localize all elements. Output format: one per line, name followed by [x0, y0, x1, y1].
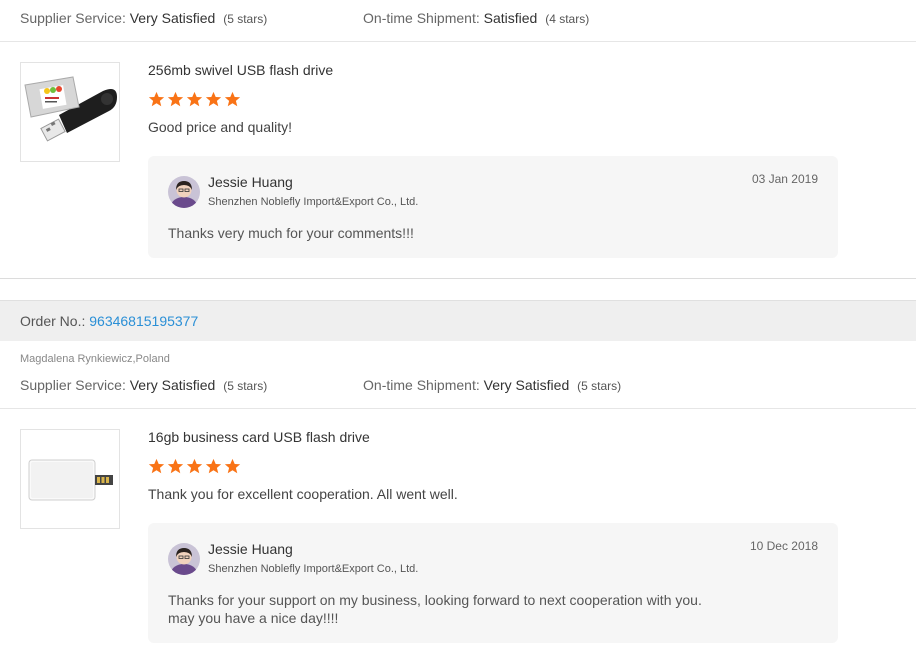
shipment-label: On-time Shipment:	[363, 10, 480, 26]
shipment-stars: (4 stars)	[545, 12, 590, 26]
reply-author-name: Jessie Huang	[208, 541, 293, 557]
reply-company: Shenzhen Noblefly Import&Export Co., Ltd…	[208, 563, 419, 575]
product-title[interactable]: 16gb business card USB flash drive	[148, 429, 370, 445]
product-title[interactable]: 256mb swivel USB flash drive	[148, 62, 333, 78]
review-comment: Thank you for excellent cooperation. All…	[148, 486, 458, 502]
reply-date: 03 Jan 2019	[751, 172, 818, 186]
reply-company: Shenzhen Noblefly Import&Export Co., Ltd…	[208, 196, 419, 208]
product-thumbnail[interactable]	[20, 429, 120, 529]
reply-author-name: Jessie Huang	[208, 174, 293, 190]
supplier-service-value: Very Satisfied	[129, 377, 216, 393]
shipment-stars: (5 stars)	[577, 379, 622, 393]
supplier-service-label: Supplier Service:	[20, 377, 126, 393]
star-icon	[205, 458, 222, 474]
shipment-value: Satisfied	[483, 10, 538, 26]
reply-text-line: Thanks for your support on my business, …	[168, 592, 702, 608]
supplier-reply: Jessie Huang Shenzhen Noblefly Import&Ex…	[148, 156, 838, 258]
reply-text-line: Thanks very much for your comments!!!	[168, 225, 414, 241]
supplier-service-label: Supplier Service:	[20, 10, 126, 26]
avatar	[168, 176, 200, 208]
star-icon	[148, 91, 165, 107]
order-number-link[interactable]: 96346815195377	[89, 313, 198, 329]
divider	[0, 41, 916, 42]
star-icon	[186, 458, 203, 474]
rating-stars	[148, 91, 241, 108]
star-icon	[224, 458, 241, 474]
reply-text-line: may you have a nice day!!!!	[168, 610, 339, 626]
buyer-name: Magdalena Rynkiewicz,Poland	[20, 353, 170, 365]
reply-text: Thanks very much for your comments!!!	[168, 224, 414, 242]
card-usb-flash-drive-icon	[28, 459, 113, 501]
rating-summary: Supplier Service: Very Satisfied (5 star…	[20, 377, 621, 393]
review-comment: Good price and quality!	[148, 119, 292, 135]
shipment-value: Very Satisfied	[483, 377, 570, 393]
supplier-service-value: Very Satisfied	[129, 10, 216, 26]
order-header: Order No.: 96346815195377	[0, 300, 916, 341]
star-icon	[224, 91, 241, 107]
star-icon	[167, 458, 184, 474]
divider	[0, 408, 916, 409]
shipment-label: On-time Shipment:	[363, 377, 480, 393]
usb-swivel-flash-drive-icon	[24, 76, 117, 142]
star-icon	[148, 458, 165, 474]
supplier-reply: Jessie Huang Shenzhen Noblefly Import&Ex…	[148, 523, 838, 643]
star-icon	[167, 91, 184, 107]
reply-text: Thanks for your support on my business, …	[168, 591, 702, 627]
star-icon	[205, 91, 222, 107]
star-icon	[186, 91, 203, 107]
rating-stars	[148, 458, 241, 475]
order-number-label: Order No.:	[20, 313, 86, 329]
rating-summary: Supplier Service: Very Satisfied (5 star…	[20, 10, 589, 26]
reply-date: 10 Dec 2018	[749, 539, 818, 553]
avatar	[168, 543, 200, 575]
supplier-service-stars: (5 stars)	[223, 379, 268, 393]
product-thumbnail[interactable]	[20, 62, 120, 162]
supplier-service-stars: (5 stars)	[223, 12, 268, 26]
divider	[0, 278, 916, 279]
